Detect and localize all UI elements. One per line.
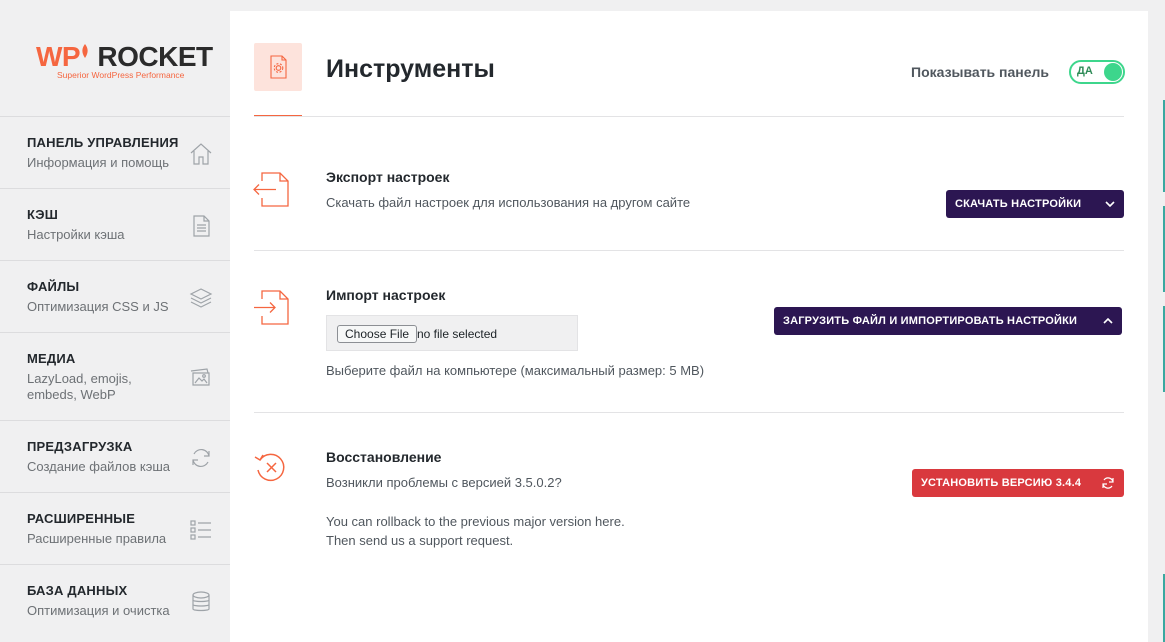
export-title: Экспорт настроек — [326, 169, 450, 185]
show-panel-label: Показывать панель — [911, 64, 1050, 80]
import-hint: Выберите файл на компьютере (максимальны… — [326, 363, 705, 378]
export-icon — [253, 172, 289, 207]
upload-import-label: ЗАГРУЗИТЬ ФАЙЛ И ИМПОРТИРОВАТЬ НАСТРОЙКИ — [783, 315, 1078, 327]
checklist-icon — [190, 520, 211, 540]
file-upload-field: Choose File no file selected — [326, 315, 578, 351]
sidebar-item-subtitle: Расширенные правила — [27, 531, 167, 546]
wp-rocket-logo[interactable]: WP ROCKET Superior WordPress Performance — [0, 0, 230, 116]
file-status-text: no file selected — [417, 327, 498, 341]
logo-tagline: Superior WordPress Performance — [57, 70, 185, 80]
sidebar-item-subtitle: Оптимизация CSS и JS — [27, 299, 169, 314]
import-title: Импорт настроек — [326, 287, 446, 303]
sidebar-item-preload[interactable]: ПРЕДЗАГРУЗКА Создание файлов кэша — [0, 420, 230, 492]
rollback-version-label: УСТАНОВИТЬ ВЕРСИЮ 3.4.4 — [921, 477, 1082, 489]
sidebar-item-database[interactable]: БАЗА ДАННЫХ Оптимизация и очистка — [0, 564, 230, 636]
sidebar-item-cache[interactable]: КЭШ Настройки кэша — [0, 188, 230, 260]
export-description: Скачать файл настроек для использования … — [326, 195, 691, 210]
page-title: Инструменты — [326, 55, 495, 83]
sidebar-item-subtitle: Настройки кэша — [27, 227, 125, 242]
refresh-icon — [1100, 469, 1116, 497]
rollback-note: You can rollback to the previous major v… — [326, 512, 625, 550]
sidebar-item-subtitle: Оптимизация и очистка — [27, 603, 170, 618]
sidebar-item-files[interactable]: ФАЙЛЫ Оптимизация CSS и JS — [0, 260, 230, 332]
tools-panel: Инструменты Показывать панель ДА Экспорт… — [230, 11, 1148, 642]
document-icon — [193, 215, 210, 237]
show-panel-toggle[interactable]: ДА — [1069, 60, 1125, 84]
sidebar-item-subtitle: Информация и помощь — [27, 155, 169, 170]
sidebar-item-media[interactable]: МЕДИА LazyLoad, emojis, embeds, WebP — [0, 332, 230, 420]
rollback-description: Возникли проблемы с версией 3.5.0.2? — [326, 475, 562, 490]
chevron-down-icon — [1104, 190, 1116, 218]
tools-file-icon — [270, 55, 287, 79]
tools-header-icon — [254, 43, 302, 91]
import-icon — [254, 290, 289, 325]
toggle-state-text: ДА — [1077, 65, 1093, 77]
logo-rocket: ROCKET — [97, 41, 213, 72]
rollback-title: Восстановление — [326, 449, 442, 465]
choose-file-button[interactable]: Choose File — [337, 325, 418, 343]
refresh-icon — [192, 448, 210, 468]
toggle-knob — [1104, 63, 1122, 81]
sidebar-item-title: МЕДИА — [27, 351, 76, 366]
sidebar-item-subtitle: LazyLoad, emojis, embeds, WebP — [27, 371, 132, 402]
upload-import-button[interactable]: ЗАГРУЗИТЬ ФАЙЛ И ИМПОРТИРОВАТЬ НАСТРОЙКИ — [774, 307, 1122, 335]
sidebar: WP ROCKET Superior WordPress Performance… — [0, 0, 230, 642]
sidebar-item-dashboard[interactable]: ПАНЕЛЬ УПРАВЛЕНИЯ Информация и помощь — [0, 116, 230, 188]
download-settings-button[interactable]: СКАЧАТЬ НАСТРОЙКИ — [946, 190, 1124, 218]
rollback-note-line: You can rollback to the previous major v… — [326, 514, 625, 529]
rollback-note-line: Then send us a support request. — [326, 533, 514, 548]
home-icon — [190, 143, 212, 165]
section-divider — [254, 250, 1124, 251]
logo-wp: WP — [36, 41, 81, 72]
rollback-icon — [254, 453, 285, 482]
logo-wordmark: WP ROCKET — [36, 38, 213, 73]
rollback-version-button[interactable]: УСТАНОВИТЬ ВЕРСИЮ 3.4.4 — [912, 469, 1124, 497]
database-icon — [192, 591, 210, 612]
download-settings-label: СКАЧАТЬ НАСТРОЙКИ — [955, 198, 1082, 210]
flame-icon — [80, 38, 90, 66]
layers-icon — [189, 288, 213, 308]
chevron-up-icon — [1102, 307, 1114, 335]
header-divider — [254, 116, 1124, 117]
sidebar-item-subtitle: Создание файлов кэша — [27, 459, 171, 474]
sidebar-item-advanced[interactable]: РАСШИРЕННЫЕ Расширенные правила — [0, 492, 230, 564]
images-icon — [190, 368, 210, 386]
section-divider — [254, 412, 1124, 413]
